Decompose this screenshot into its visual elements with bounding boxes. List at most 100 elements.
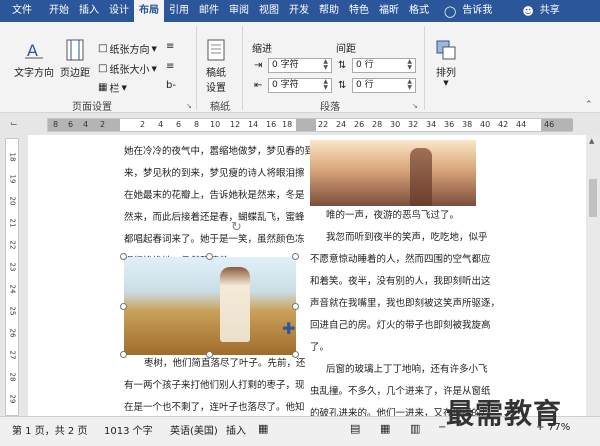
page-count[interactable]: 第 1 页，共 2 页 <box>12 422 87 437</box>
text-line[interactable]: 唯的一声，夜游的恶鸟飞过了。 <box>326 205 459 227</box>
ruler-tick: 4 <box>83 120 89 129</box>
ruler-tick: 28 <box>372 120 383 129</box>
page-setup-group-label: 页面设置 <box>72 102 112 113</box>
margins-button[interactable]: 页边距 <box>60 38 90 79</box>
ruler-tick: 8 <box>194 120 200 129</box>
scroll-up-icon[interactable]: ▲ <box>589 137 594 145</box>
text-line[interactable]: 在她最末的花瓣上，告诉她秋是然来，冬是 <box>124 185 305 207</box>
text-direction-button[interactable]: A 文字方向 <box>14 38 54 79</box>
resize-handle[interactable] <box>292 303 299 310</box>
ribbon-separator <box>242 26 243 110</box>
document-page[interactable]: 她在冷冷的夜气中，嚣缩地做梦，梦见春的到 来，梦见秋的到来，梦见瘦的诗人将眼泪擦… <box>28 135 586 419</box>
rotate-handle-icon[interactable]: ↻ <box>231 220 242 235</box>
tab-file[interactable]: 文件 <box>0 0 44 22</box>
insert-mode[interactable]: 插入 <box>226 422 246 437</box>
image-person-sunset[interactable] <box>310 140 476 206</box>
indent-label: 缩进 <box>252 44 272 55</box>
tell-me-box[interactable]: 告诉我 <box>458 0 496 22</box>
text-line[interactable]: 枣树，他们简直落尽了叶子。先前，还 <box>144 353 306 375</box>
ribbon-separator <box>424 26 425 110</box>
text-line[interactable]: 了。 <box>310 337 329 359</box>
tab-home[interactable]: 开始 <box>44 0 74 22</box>
spacing-before-icon: ⇅ <box>338 60 347 71</box>
text-direction-icon: A <box>25 41 43 60</box>
vruler-tick: 20 <box>8 196 17 206</box>
text-line[interactable]: 都唱起春词来了。她于是一笑，虽然颜色冻 <box>124 229 305 251</box>
page-setup-launcher-icon[interactable]: ↘ <box>186 102 192 110</box>
text-line[interactable]: 不愿意惊动睡着的人，然而四围的空气都应 <box>310 249 491 271</box>
hyphenation-button[interactable]: b‐ <box>166 80 176 91</box>
lightbulb-icon[interactable]: ◯ <box>434 5 458 18</box>
tab-view[interactable]: 视图 <box>254 0 284 22</box>
word-count[interactable]: 1013 个字 <box>104 422 153 437</box>
columns-button[interactable]: ▦ 栏 ▼ <box>98 80 127 95</box>
resize-handle[interactable] <box>120 303 127 310</box>
line-numbers-button[interactable]: ≡ <box>166 61 174 72</box>
tab-foxit[interactable]: 福昕 <box>374 0 404 22</box>
ruler-tick: 38 <box>462 120 473 129</box>
chevron-down-icon: ▼ <box>443 79 449 87</box>
web-layout-icon[interactable]: ▥ <box>410 422 420 435</box>
macro-icon[interactable]: ▦ <box>258 422 268 435</box>
tab-format[interactable]: 格式 <box>404 0 434 22</box>
resize-handle[interactable] <box>120 351 127 358</box>
breaks-button[interactable]: ≡ <box>166 41 174 52</box>
vertical-scrollbar[interactable]: ▲ <box>586 135 600 416</box>
language-indicator[interactable]: 英语(美国) <box>170 422 218 437</box>
text-line[interactable]: 来，梦见秋的到来，梦见瘦的诗人将眼泪擦 <box>124 163 305 185</box>
text-line[interactable]: 我忽而听到夜半的笑声，吃吃地，似乎 <box>326 227 488 249</box>
horizontal-ruler[interactable]: 8 6 4 2 2 4 6 8 10 12 14 16 18 22 24 26 … <box>47 118 573 132</box>
read-mode-icon[interactable]: ▤ <box>350 422 360 435</box>
text-line[interactable]: 后窗的玻璃上丁丁地响，还有许多小飞 <box>326 359 488 381</box>
resize-handle[interactable] <box>206 253 213 260</box>
spinner-arrows-icon[interactable]: ▲ ▼ <box>323 59 328 72</box>
print-layout-icon[interactable]: ▦ <box>380 422 390 435</box>
indent-left-spinner[interactable]: 0 字符 ▲ ▼ <box>268 58 332 73</box>
vruler-tick: 29 <box>8 394 17 404</box>
text-line[interactable]: 她在冷冷的夜气中，嚣缩地做梦，梦见春的到 <box>124 141 314 163</box>
vertical-ruler[interactable]: 18 19 20 21 22 23 24 25 26 27 28 29 <box>5 138 19 416</box>
tab-references[interactable]: 引用 <box>164 0 194 22</box>
spinner-arrows-icon[interactable]: ▲ ▼ <box>323 79 328 92</box>
share-button[interactable]: 共享 <box>536 0 564 22</box>
selected-image-girl-in-field[interactable] <box>124 257 296 355</box>
ribbon-layout: A 文字方向 页边距 □ 纸张方向 ▼ □ 纸张大小 ▼ ▦ 栏 ▼ ≡ ≡ b… <box>0 22 600 113</box>
arrange-icon <box>436 40 456 60</box>
indent-left-icon: ⇥ <box>254 60 263 71</box>
spacing-before-spinner[interactable]: 0 行 ▲ ▼ <box>352 58 416 73</box>
indent-right-spinner[interactable]: 0 字符 ▲ ▼ <box>268 78 332 93</box>
person-icon[interactable]: ☻ <box>496 5 535 18</box>
size-label: 纸张大小 <box>109 65 150 76</box>
ruler-tick: 16 <box>266 120 277 129</box>
scrollbar-thumb[interactable] <box>589 179 597 217</box>
spinner-arrows-icon[interactable]: ▲ ▼ <box>407 59 412 72</box>
tab-mailings[interactable]: 邮件 <box>194 0 224 22</box>
manuscript-settings-button[interactable]: 稿纸 设置 <box>204 38 228 94</box>
orientation-button[interactable]: □ 纸张方向 ▼ <box>98 41 157 56</box>
spinner-arrows-icon[interactable]: ▲ ▼ <box>407 79 412 92</box>
tab-design[interactable]: 设计 <box>104 0 134 22</box>
spacing-after-spinner[interactable]: 0 行 ▲ ▼ <box>352 78 416 93</box>
text-line[interactable]: 回进自己的房。灯火的带子也即刻被我旋高 <box>310 315 491 337</box>
tab-review[interactable]: 审阅 <box>224 0 254 22</box>
tab-selector-icon[interactable]: ⌙ <box>10 119 18 129</box>
tab-layout[interactable]: 布局 <box>134 0 164 22</box>
ruler-column-gap <box>296 119 316 131</box>
resize-handle[interactable] <box>120 253 127 260</box>
tab-help[interactable]: 帮助 <box>314 0 344 22</box>
text-line[interactable]: 有一两个孩子来打他们别人打剩的枣子，现 <box>124 375 305 397</box>
text-line[interactable]: 然来，而此后接着还是春，蝴蝶乱飞，蜜蜂 <box>124 207 305 229</box>
resize-handle[interactable] <box>292 253 299 260</box>
paragraph-launcher-icon[interactable]: ↘ <box>412 102 418 110</box>
arrange-button[interactable]: 排列 ▼ <box>434 38 458 87</box>
size-button[interactable]: □ 纸张大小 ▼ <box>98 61 157 76</box>
spacing-after-icon: ⇅ <box>338 80 347 91</box>
tab-insert[interactable]: 插入 <box>74 0 104 22</box>
text-line[interactable]: 和着笑。夜半，没有别的人，我即刻听出这 <box>310 271 491 293</box>
collapse-ribbon-icon[interactable]: ⌃ <box>585 100 593 110</box>
tab-special[interactable]: 特色 <box>344 0 374 22</box>
text-line[interactable]: 声音就在我嘴里，我也即刻被这笑声所驱逐， <box>310 293 500 315</box>
ruler-tick: 2 <box>100 120 106 129</box>
tab-developer[interactable]: 开发 <box>284 0 314 22</box>
paragraph-group-label: 段落 <box>320 102 340 113</box>
